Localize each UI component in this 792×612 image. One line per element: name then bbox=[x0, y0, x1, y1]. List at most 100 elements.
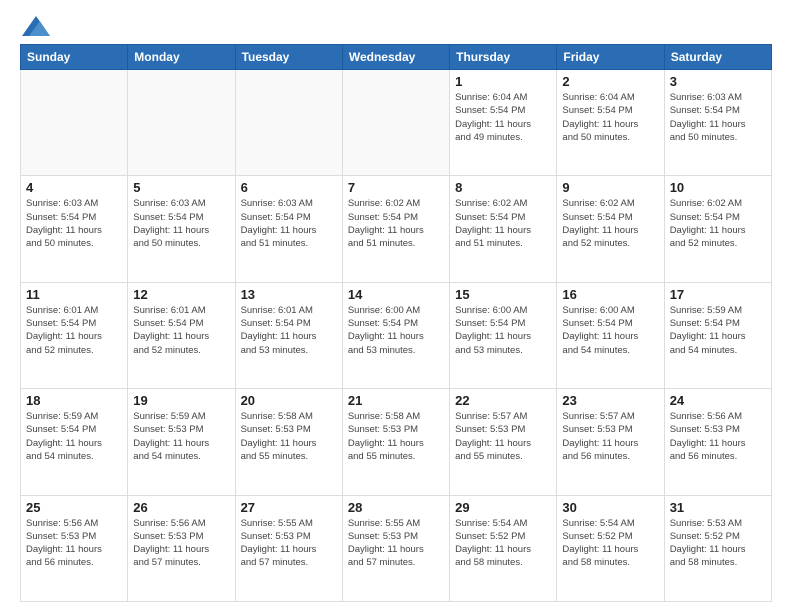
day-number: 28 bbox=[348, 500, 444, 515]
day-number: 4 bbox=[26, 180, 122, 195]
day-info: Sunrise: 6:03 AM Sunset: 5:54 PM Dayligh… bbox=[133, 197, 229, 250]
calendar-cell: 15Sunrise: 6:00 AM Sunset: 5:54 PM Dayli… bbox=[450, 282, 557, 388]
calendar-cell: 13 Sunrise: 6:01 AM Sunset: 5:54 PM Dayli… bbox=[235, 282, 342, 388]
week-row-3: 18Sunrise: 5:59 AM Sunset: 5:54 PM Dayli… bbox=[21, 389, 772, 495]
day-number: 19 bbox=[133, 393, 229, 408]
calendar-cell: 14 Sunrise: 6:00 AM Sunset: 5:54 PM Dayli… bbox=[342, 282, 449, 388]
col-header-friday: Friday bbox=[557, 45, 664, 70]
day-number: 15 bbox=[455, 287, 551, 302]
calendar-table: SundayMondayTuesdayWednesdayThursdayFrid… bbox=[20, 44, 772, 602]
day-info: Sunrise: 5:55 AM Sunset: 5:53 PM Dayligh… bbox=[348, 517, 444, 570]
day-info: Sunrise: 6:02 AM Sunset: 5:54 PM Dayligh… bbox=[348, 197, 444, 250]
calendar-cell: 7 Sunrise: 6:02 AM Sunset: 5:54 PM Daylig… bbox=[342, 176, 449, 282]
calendar-cell: 11Sunrise: 6:01 AM Sunset: 5:54 PM Dayli… bbox=[21, 282, 128, 388]
col-header-saturday: Saturday bbox=[664, 45, 771, 70]
calendar-cell: 18Sunrise: 5:59 AM Sunset: 5:54 PM Dayli… bbox=[21, 389, 128, 495]
day-info: Sunrise: 6:04 AM Sunset: 5:54 PM Dayligh… bbox=[455, 91, 551, 144]
calendar-cell: 31 Sunrise: 5:53 AM Sunset: 5:52 PM Dayli… bbox=[664, 495, 771, 601]
day-number: 2 bbox=[562, 74, 658, 89]
day-info: Sunrise: 6:00 AM Sunset: 5:54 PM Dayligh… bbox=[562, 304, 658, 357]
day-info: Sunrise: 6:02 AM Sunset: 5:54 PM Dayligh… bbox=[455, 197, 551, 250]
day-number: 16 bbox=[562, 287, 658, 302]
day-info: Sunrise: 6:02 AM Sunset: 5:54 PM Dayligh… bbox=[562, 197, 658, 250]
day-info: Sunrise: 5:58 AM Sunset: 5:53 PM Dayligh… bbox=[348, 410, 444, 463]
day-info: Sunrise: 6:04 AM Sunset: 5:54 PM Dayligh… bbox=[562, 91, 658, 144]
calendar-cell: 26Sunrise: 5:56 AM Sunset: 5:53 PM Dayli… bbox=[128, 495, 235, 601]
col-header-tuesday: Tuesday bbox=[235, 45, 342, 70]
week-row-0: 1 Sunrise: 6:04 AM Sunset: 5:54 PM Daylig… bbox=[21, 70, 772, 176]
day-number: 6 bbox=[241, 180, 337, 195]
day-number: 23 bbox=[562, 393, 658, 408]
day-number: 29 bbox=[455, 500, 551, 515]
calendar-cell: 2 Sunrise: 6:04 AM Sunset: 5:54 PM Daylig… bbox=[557, 70, 664, 176]
day-info: Sunrise: 5:57 AM Sunset: 5:53 PM Dayligh… bbox=[455, 410, 551, 463]
week-row-1: 4 Sunrise: 6:03 AM Sunset: 5:54 PM Daylig… bbox=[21, 176, 772, 282]
col-header-thursday: Thursday bbox=[450, 45, 557, 70]
calendar-cell bbox=[128, 70, 235, 176]
calendar-header-row: SundayMondayTuesdayWednesdayThursdayFrid… bbox=[21, 45, 772, 70]
day-number: 25 bbox=[26, 500, 122, 515]
header bbox=[20, 16, 772, 36]
day-number: 8 bbox=[455, 180, 551, 195]
day-info: Sunrise: 5:54 AM Sunset: 5:52 PM Dayligh… bbox=[455, 517, 551, 570]
day-info: Sunrise: 5:56 AM Sunset: 5:53 PM Dayligh… bbox=[26, 517, 122, 570]
day-info: Sunrise: 6:01 AM Sunset: 5:54 PM Dayligh… bbox=[241, 304, 337, 357]
day-info: Sunrise: 6:03 AM Sunset: 5:54 PM Dayligh… bbox=[241, 197, 337, 250]
day-number: 24 bbox=[670, 393, 766, 408]
calendar-cell: 29 Sunrise: 5:54 AM Sunset: 5:52 PM Dayli… bbox=[450, 495, 557, 601]
week-row-2: 11Sunrise: 6:01 AM Sunset: 5:54 PM Dayli… bbox=[21, 282, 772, 388]
day-info: Sunrise: 5:59 AM Sunset: 5:53 PM Dayligh… bbox=[133, 410, 229, 463]
day-number: 17 bbox=[670, 287, 766, 302]
day-number: 12 bbox=[133, 287, 229, 302]
day-info: Sunrise: 5:53 AM Sunset: 5:52 PM Dayligh… bbox=[670, 517, 766, 570]
day-number: 10 bbox=[670, 180, 766, 195]
day-info: Sunrise: 6:03 AM Sunset: 5:54 PM Dayligh… bbox=[670, 91, 766, 144]
calendar-cell: 5 Sunrise: 6:03 AM Sunset: 5:54 PM Daylig… bbox=[128, 176, 235, 282]
calendar-cell: 12 Sunrise: 6:01 AM Sunset: 5:54 PM Dayli… bbox=[128, 282, 235, 388]
day-info: Sunrise: 6:01 AM Sunset: 5:54 PM Dayligh… bbox=[26, 304, 122, 357]
calendar-cell: 16 Sunrise: 6:00 AM Sunset: 5:54 PM Dayli… bbox=[557, 282, 664, 388]
day-number: 26 bbox=[133, 500, 229, 515]
calendar-cell: 22 Sunrise: 5:57 AM Sunset: 5:53 PM Dayli… bbox=[450, 389, 557, 495]
col-header-monday: Monday bbox=[128, 45, 235, 70]
day-info: Sunrise: 6:03 AM Sunset: 5:54 PM Dayligh… bbox=[26, 197, 122, 250]
calendar-cell: 3Sunrise: 6:03 AM Sunset: 5:54 PM Daylig… bbox=[664, 70, 771, 176]
calendar-cell: 1 Sunrise: 6:04 AM Sunset: 5:54 PM Daylig… bbox=[450, 70, 557, 176]
calendar-cell bbox=[235, 70, 342, 176]
logo bbox=[20, 16, 50, 36]
day-number: 7 bbox=[348, 180, 444, 195]
calendar-cell bbox=[21, 70, 128, 176]
day-info: Sunrise: 5:54 AM Sunset: 5:52 PM Dayligh… bbox=[562, 517, 658, 570]
day-number: 5 bbox=[133, 180, 229, 195]
day-number: 22 bbox=[455, 393, 551, 408]
calendar-cell bbox=[342, 70, 449, 176]
day-info: Sunrise: 5:58 AM Sunset: 5:53 PM Dayligh… bbox=[241, 410, 337, 463]
calendar-cell: 21Sunrise: 5:58 AM Sunset: 5:53 PM Dayli… bbox=[342, 389, 449, 495]
day-number: 18 bbox=[26, 393, 122, 408]
col-header-wednesday: Wednesday bbox=[342, 45, 449, 70]
day-number: 1 bbox=[455, 74, 551, 89]
calendar-cell: 19 Sunrise: 5:59 AM Sunset: 5:53 PM Dayli… bbox=[128, 389, 235, 495]
day-info: Sunrise: 5:55 AM Sunset: 5:53 PM Dayligh… bbox=[241, 517, 337, 570]
calendar-cell: 9Sunrise: 6:02 AM Sunset: 5:54 PM Daylig… bbox=[557, 176, 664, 282]
day-number: 27 bbox=[241, 500, 337, 515]
day-number: 31 bbox=[670, 500, 766, 515]
day-number: 30 bbox=[562, 500, 658, 515]
day-info: Sunrise: 5:57 AM Sunset: 5:53 PM Dayligh… bbox=[562, 410, 658, 463]
day-info: Sunrise: 5:56 AM Sunset: 5:53 PM Dayligh… bbox=[670, 410, 766, 463]
calendar-cell: 24 Sunrise: 5:56 AM Sunset: 5:53 PM Dayli… bbox=[664, 389, 771, 495]
day-info: Sunrise: 6:00 AM Sunset: 5:54 PM Dayligh… bbox=[348, 304, 444, 357]
day-number: 13 bbox=[241, 287, 337, 302]
day-info: Sunrise: 6:01 AM Sunset: 5:54 PM Dayligh… bbox=[133, 304, 229, 357]
day-number: 20 bbox=[241, 393, 337, 408]
calendar-cell: 27 Sunrise: 5:55 AM Sunset: 5:53 PM Dayli… bbox=[235, 495, 342, 601]
calendar-cell: 30 Sunrise: 5:54 AM Sunset: 5:52 PM Dayli… bbox=[557, 495, 664, 601]
calendar-cell: 28 Sunrise: 5:55 AM Sunset: 5:53 PM Dayli… bbox=[342, 495, 449, 601]
calendar-cell: 23 Sunrise: 5:57 AM Sunset: 5:53 PM Dayli… bbox=[557, 389, 664, 495]
day-number: 14 bbox=[348, 287, 444, 302]
day-info: Sunrise: 5:59 AM Sunset: 5:54 PM Dayligh… bbox=[670, 304, 766, 357]
col-header-sunday: Sunday bbox=[21, 45, 128, 70]
day-info: Sunrise: 6:02 AM Sunset: 5:54 PM Dayligh… bbox=[670, 197, 766, 250]
calendar-cell: 4 Sunrise: 6:03 AM Sunset: 5:54 PM Daylig… bbox=[21, 176, 128, 282]
logo-icon bbox=[22, 16, 50, 36]
